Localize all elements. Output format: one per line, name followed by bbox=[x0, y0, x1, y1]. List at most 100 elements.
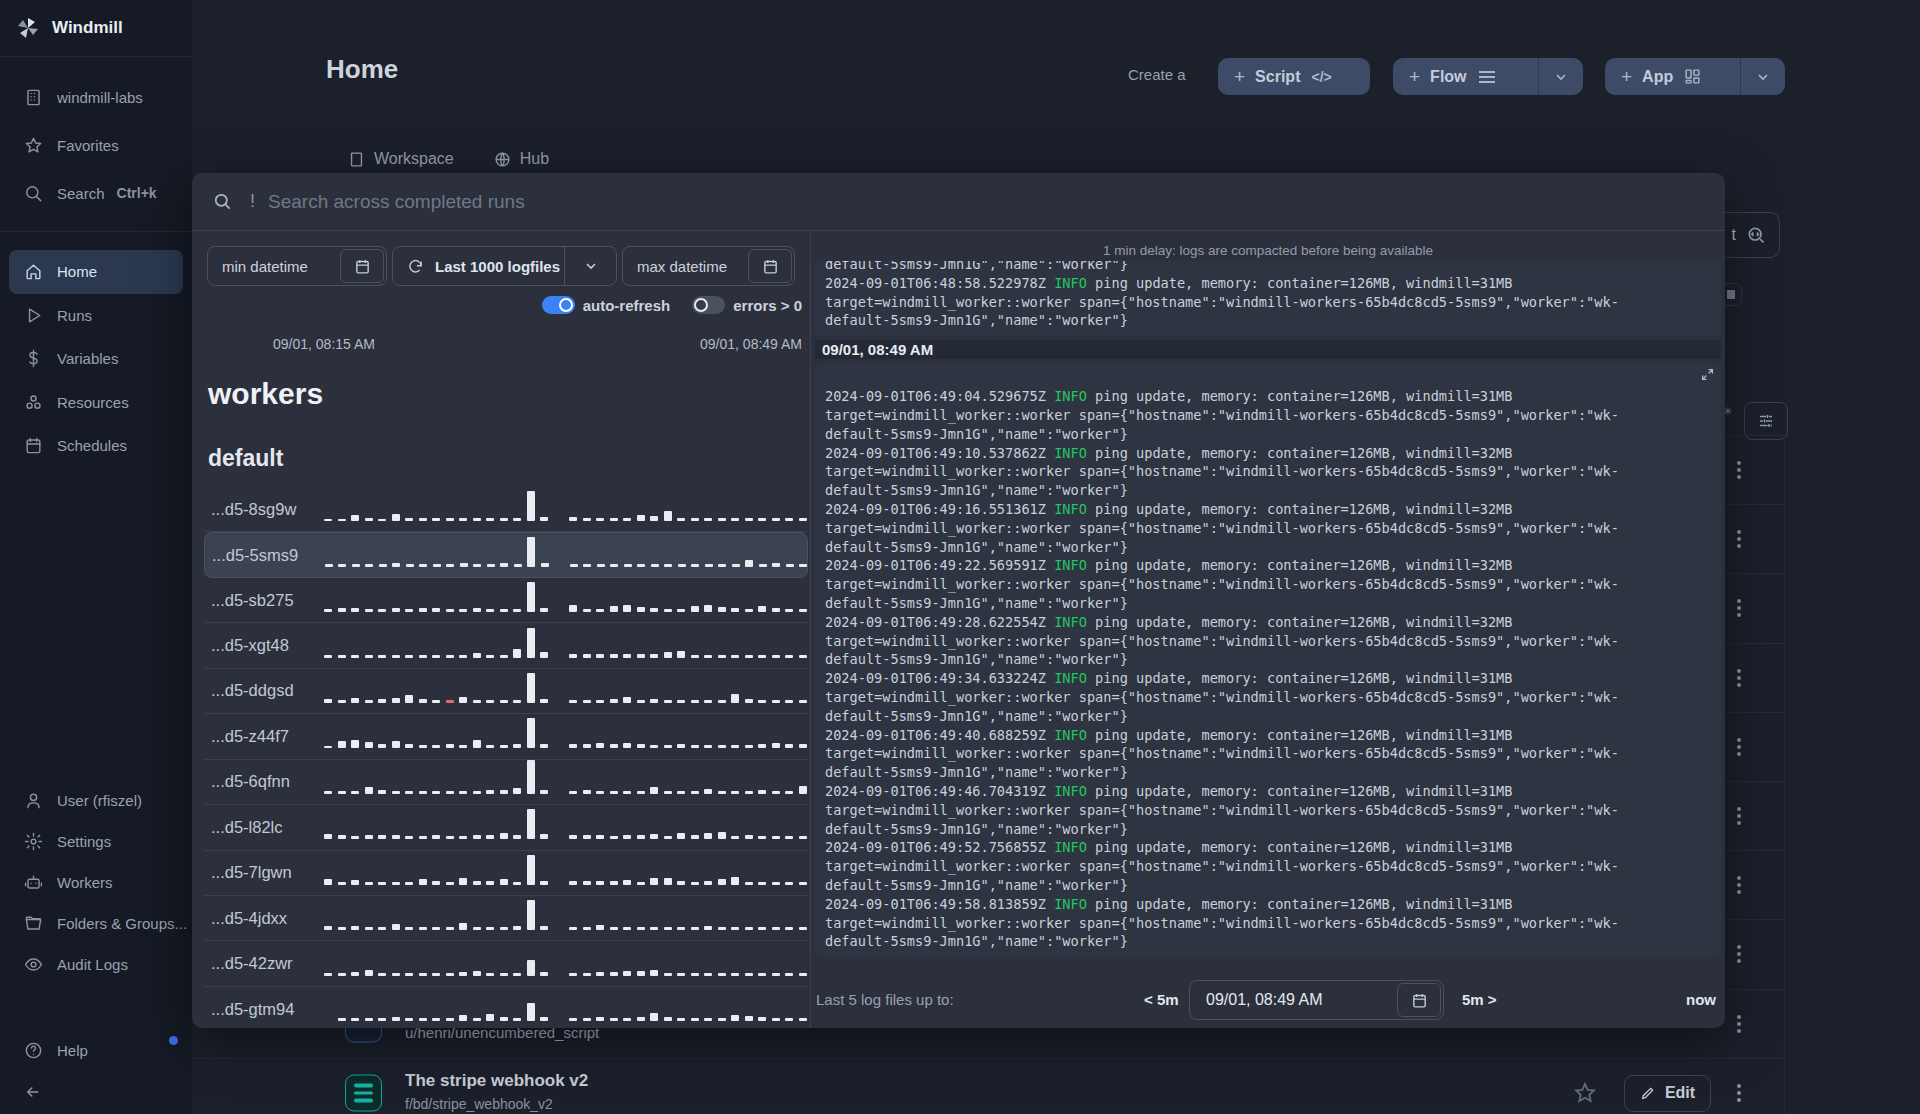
search-placeholder: Search across completed runs bbox=[268, 191, 525, 213]
sidebar-item-variables[interactable]: Variables bbox=[0, 337, 192, 381]
sidebar-item-label: Variables bbox=[57, 350, 118, 367]
flow-icon bbox=[345, 1074, 382, 1111]
worker-row[interactable]: ...d5-l82lc bbox=[204, 805, 808, 850]
worker-row[interactable]: ...d5-4jdxx bbox=[204, 896, 808, 941]
worker-row[interactable]: ...d5-6qfnn bbox=[204, 760, 808, 805]
item-title[interactable]: The stripe webhook v2 bbox=[405, 1071, 588, 1091]
sidebar-item-user[interactable]: User (rfiszel) bbox=[0, 780, 192, 821]
search-prefix: ! bbox=[250, 191, 255, 212]
kebab-menu-icon[interactable] bbox=[1737, 876, 1741, 894]
log-date-separator: 09/01, 08:49 AM bbox=[815, 340, 1721, 359]
expand-icon[interactable] bbox=[1701, 368, 1714, 381]
worker-row[interactable]: ...d5-5sms9 bbox=[204, 532, 808, 577]
log-footer-label: Last 5 log files up to: bbox=[816, 991, 954, 1008]
kebab-menu-icon[interactable] bbox=[1737, 1015, 1741, 1033]
worker-name: ...d5-7lgwn bbox=[204, 863, 324, 882]
sidebar-item-label: Resources bbox=[57, 394, 129, 411]
eye-icon bbox=[23, 955, 43, 975]
sidebar-item-label: Audit Logs bbox=[57, 956, 128, 973]
logfiles-dropdown[interactable]: Last 1000 logfiles bbox=[392, 246, 617, 286]
worker-row[interactable]: ...d5-z44f7 bbox=[204, 714, 808, 759]
worker-group-heading: default bbox=[208, 445, 283, 472]
menu-icon bbox=[1478, 70, 1496, 84]
kebab-menu-icon[interactable] bbox=[1737, 738, 1741, 756]
errors-toggle[interactable] bbox=[692, 296, 725, 314]
sidebar-item-runs[interactable]: Runs bbox=[0, 294, 192, 338]
play-icon bbox=[24, 306, 43, 325]
sidebar-item-search[interactable]: SearchCtrl+k bbox=[0, 169, 192, 217]
sidebar-item-schedules[interactable]: Schedules bbox=[0, 424, 192, 468]
kebab-menu-icon[interactable] bbox=[1737, 945, 1741, 963]
favorite-star-icon[interactable] bbox=[1573, 1081, 1597, 1105]
auto-refresh-toggle[interactable] bbox=[542, 296, 575, 314]
kebab-menu-icon[interactable] bbox=[1737, 1084, 1741, 1102]
sidebar-item-resources[interactable]: Resources bbox=[0, 381, 192, 425]
create-flow-button[interactable]: +Flow bbox=[1393, 58, 1583, 95]
now-button[interactable]: now bbox=[1686, 991, 1716, 1008]
tab-label: Hub bbox=[520, 150, 549, 168]
forward-5m-button[interactable]: 5m > bbox=[1462, 991, 1497, 1008]
calendar-icon[interactable] bbox=[340, 249, 384, 283]
divider bbox=[810, 231, 811, 1028]
auto-refresh-label: auto-refresh bbox=[583, 297, 671, 314]
activity-sparkline bbox=[324, 810, 807, 844]
kebab-menu-icon[interactable] bbox=[1737, 599, 1741, 617]
calendar-icon bbox=[24, 436, 43, 455]
table-row[interactable]: The stripe webhook v2f/bd/stripe_webhook… bbox=[192, 1059, 1784, 1114]
chevron-down-icon[interactable] bbox=[564, 247, 616, 285]
sidebar-item-folders[interactable]: Folders & Groups... bbox=[0, 903, 192, 944]
create-script-button[interactable]: +Script</> bbox=[1218, 58, 1370, 95]
sidebar-item-label: Schedules bbox=[57, 437, 127, 454]
worker-row[interactable]: ...d5-xgt48 bbox=[204, 623, 808, 668]
collapse-sidebar-button[interactable] bbox=[0, 1076, 57, 1108]
runs-search-bar[interactable]: ! Search across completed runs bbox=[192, 173, 1725, 231]
gear-icon bbox=[24, 832, 43, 851]
sidebar-item-workers[interactable]: Workers bbox=[0, 862, 192, 903]
logfiles-label: Last 1000 logfiles bbox=[435, 258, 560, 275]
calendar-icon[interactable] bbox=[748, 249, 792, 283]
button-label: App bbox=[1642, 68, 1673, 86]
max-datetime-input[interactable]: max datetime bbox=[622, 246, 795, 286]
plus-icon: + bbox=[1409, 66, 1420, 88]
sidebar-item-settings[interactable]: Settings bbox=[0, 821, 192, 862]
worker-name: ...d5-ddgsd bbox=[204, 681, 324, 700]
back-5m-button[interactable]: < 5m bbox=[1144, 991, 1179, 1008]
activity-sparkline bbox=[324, 719, 807, 753]
edit-button[interactable]: Edit bbox=[1624, 1075, 1711, 1112]
sidebar-item-audit[interactable]: Audit Logs bbox=[0, 944, 192, 985]
sidebar-item-label: Home bbox=[57, 263, 97, 280]
help-icon bbox=[23, 1040, 43, 1060]
worker-row[interactable]: ...d5-sb275 bbox=[204, 578, 808, 623]
chevron-down-icon[interactable] bbox=[1538, 58, 1583, 95]
grid-icon bbox=[1684, 68, 1701, 85]
worker-row[interactable]: ...d5-42zwr bbox=[204, 941, 808, 986]
worker-name: ...d5-sb275 bbox=[204, 591, 324, 610]
min-datetime-label: min datetime bbox=[208, 258, 308, 275]
worker-row[interactable]: ...d5-gtm94 bbox=[204, 987, 808, 1028]
sidebar-item-workspace[interactable]: windmill-labs bbox=[0, 73, 192, 121]
worker-row[interactable]: ...d5-8sg9w bbox=[204, 487, 808, 532]
tab-hub[interactable]: Hub bbox=[494, 150, 549, 168]
kebab-menu-icon[interactable] bbox=[1737, 530, 1741, 548]
sidebar-item-home[interactable]: Home bbox=[9, 250, 183, 294]
kebab-menu-icon[interactable] bbox=[1737, 461, 1741, 479]
log-delay-notice: 1 min delay: logs are compacted before b… bbox=[811, 243, 1725, 258]
play-icon bbox=[23, 305, 43, 325]
worker-row[interactable]: ...d5-7lgwn bbox=[204, 851, 808, 896]
log-datetime-input[interactable]: 09/01, 08:49 AM bbox=[1189, 980, 1444, 1020]
refresh-icon bbox=[407, 258, 424, 275]
worker-row[interactable]: ...d5-ddgsd bbox=[204, 669, 808, 714]
log-viewer[interactable]: default-5sms9-Jmn1G","name":"worker"}202… bbox=[815, 261, 1721, 964]
code-icon: </> bbox=[1311, 69, 1331, 85]
chevron-down-icon[interactable] bbox=[1740, 58, 1785, 95]
app-logo[interactable]: Windmill bbox=[0, 0, 192, 57]
tab-workspace[interactable]: Workspace bbox=[348, 150, 454, 168]
sidebar-item-help[interactable]: Help bbox=[0, 1030, 192, 1070]
sidebar-item-favorites[interactable]: Favorites bbox=[0, 121, 192, 169]
calendar-icon[interactable] bbox=[1397, 983, 1441, 1017]
kebab-menu-icon[interactable] bbox=[1737, 669, 1741, 687]
create-app-button[interactable]: + App bbox=[1605, 58, 1785, 95]
plus-icon: + bbox=[1621, 66, 1632, 88]
min-datetime-input[interactable]: min datetime bbox=[207, 246, 387, 286]
kebab-menu-icon[interactable] bbox=[1737, 807, 1741, 825]
